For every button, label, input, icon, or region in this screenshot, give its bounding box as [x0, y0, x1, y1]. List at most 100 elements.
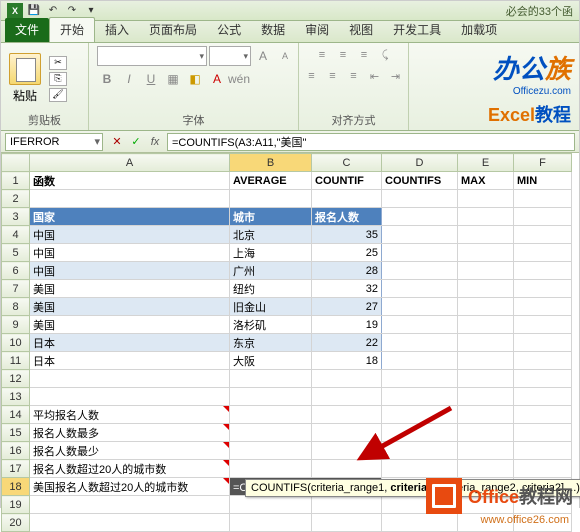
tab-dev[interactable]: 开发工具 — [383, 18, 451, 42]
cell[interactable]: 18 — [312, 352, 382, 370]
tab-file[interactable]: 文件 — [5, 18, 49, 42]
font-size-combo[interactable] — [209, 46, 251, 66]
grow-font-icon[interactable]: A — [253, 46, 273, 66]
cell[interactable]: 32 — [312, 280, 382, 298]
cell[interactable]: 25 — [312, 244, 382, 262]
cell[interactable]: MAX — [458, 172, 514, 190]
cell[interactable]: 美国 — [30, 316, 230, 334]
col-header[interactable]: A — [30, 154, 230, 172]
formula-input[interactable]: =COUNTIFS(A3:A11,"美国" — [167, 133, 575, 151]
row-header[interactable]: 19 — [2, 496, 30, 514]
fx-icon[interactable]: fx — [146, 133, 164, 151]
row-header[interactable]: 11 — [2, 352, 30, 370]
row-header[interactable]: 14 — [2, 406, 30, 424]
cell[interactable]: COUNTIFS — [382, 172, 458, 190]
align-bot-icon[interactable]: ≡ — [354, 46, 374, 64]
tab-insert[interactable]: 插入 — [95, 18, 139, 42]
row-header[interactable]: 3 — [2, 208, 30, 226]
align-right-icon[interactable]: ≡ — [344, 67, 364, 85]
spreadsheet-grid[interactable]: A B C D E F 1 函数 AVERAGE COUNTIF COUNTIF… — [1, 153, 579, 532]
phonetic-button[interactable]: wén — [229, 69, 249, 89]
cut-icon[interactable]: ✂ — [49, 56, 67, 70]
shrink-font-icon[interactable]: A — [275, 46, 295, 66]
cell[interactable]: 中国 — [30, 262, 230, 280]
fill-color-button[interactable]: ◧ — [185, 69, 205, 89]
bold-button[interactable]: B — [97, 69, 117, 89]
col-header[interactable]: D — [382, 154, 458, 172]
col-header[interactable]: C — [312, 154, 382, 172]
cell[interactable]: 报名人数最少 — [30, 442, 230, 460]
enter-icon[interactable]: ✓ — [127, 133, 145, 151]
cell[interactable]: 19 — [312, 316, 382, 334]
cell[interactable]: 美国 — [30, 280, 230, 298]
align-center-icon[interactable]: ≡ — [323, 67, 343, 85]
row-header[interactable]: 15 — [2, 424, 30, 442]
format-painter-icon[interactable]: 🖌 — [49, 88, 67, 102]
tab-review[interactable]: 审阅 — [295, 18, 339, 42]
row-header[interactable]: 18 — [2, 478, 30, 496]
row-header[interactable]: 6 — [2, 262, 30, 280]
cell[interactable]: 27 — [312, 298, 382, 316]
cell[interactable]: 旧金山 — [230, 298, 312, 316]
cell[interactable]: 洛杉矶 — [230, 316, 312, 334]
align-mid-icon[interactable]: ≡ — [333, 46, 353, 64]
cell[interactable]: 日本 — [30, 352, 230, 370]
tab-start[interactable]: 开始 — [49, 17, 95, 42]
cancel-icon[interactable]: ✕ — [108, 133, 126, 151]
row-header[interactable]: 5 — [2, 244, 30, 262]
underline-button[interactable]: U — [141, 69, 161, 89]
cell[interactable]: 上海 — [230, 244, 312, 262]
row-header[interactable]: 10 — [2, 334, 30, 352]
cell[interactable]: 报名人数最多 — [30, 424, 230, 442]
tab-formula[interactable]: 公式 — [207, 18, 251, 42]
italic-button[interactable]: I — [119, 69, 139, 89]
cell[interactable]: 35 — [312, 226, 382, 244]
cell[interactable]: AVERAGE — [230, 172, 312, 190]
cell[interactable]: 报名人数超过20人的城市数 — [30, 460, 230, 478]
row-header[interactable]: 13 — [2, 388, 30, 406]
cell[interactable]: 美国 — [30, 298, 230, 316]
border-button[interactable]: ▦ — [163, 69, 183, 89]
cell[interactable]: 中国 — [30, 244, 230, 262]
cell[interactable]: MIN — [514, 172, 572, 190]
row-header[interactable]: 9 — [2, 316, 30, 334]
col-header[interactable]: E — [458, 154, 514, 172]
row-header[interactable]: 4 — [2, 226, 30, 244]
font-name-combo[interactable] — [97, 46, 207, 66]
cell[interactable]: 22 — [312, 334, 382, 352]
cell[interactable]: 日本 — [30, 334, 230, 352]
cell[interactable]: 城市 — [230, 208, 312, 226]
cell[interactable]: COUNTIF — [312, 172, 382, 190]
name-box[interactable]: IFERROR — [5, 133, 103, 151]
tab-view[interactable]: 视图 — [339, 18, 383, 42]
row-header[interactable]: 7 — [2, 280, 30, 298]
align-top-icon[interactable]: ≡ — [312, 46, 332, 64]
cell[interactable]: 美国报名人数超过20人的城市数 — [30, 478, 230, 496]
align-left-icon[interactable]: ≡ — [302, 67, 322, 85]
cell[interactable]: 函数 — [30, 172, 230, 190]
row-header[interactable]: 8 — [2, 298, 30, 316]
row-header[interactable]: 12 — [2, 370, 30, 388]
cell[interactable]: 中国 — [30, 226, 230, 244]
cell[interactable]: 北京 — [230, 226, 312, 244]
col-header[interactable]: F — [514, 154, 572, 172]
row-header[interactable]: 16 — [2, 442, 30, 460]
cell[interactable]: 28 — [312, 262, 382, 280]
cell[interactable]: 东京 — [230, 334, 312, 352]
cell[interactable]: 平均报名人数 — [30, 406, 230, 424]
row-header[interactable]: 1 — [2, 172, 30, 190]
indent-inc-icon[interactable]: ⇥ — [386, 67, 406, 85]
row-header[interactable]: 20 — [2, 514, 30, 532]
orientation-icon[interactable]: ⤹ — [375, 46, 395, 64]
col-header[interactable]: B — [230, 154, 312, 172]
paste-button[interactable]: 粘贴 — [9, 53, 41, 104]
tab-layout[interactable]: 页面布局 — [139, 18, 207, 42]
cell[interactable]: 国家 — [30, 208, 230, 226]
tab-data[interactable]: 数据 — [251, 18, 295, 42]
cell[interactable]: 报名人数 — [312, 208, 382, 226]
cell[interactable]: 大阪 — [230, 352, 312, 370]
row-header[interactable]: 2 — [2, 190, 30, 208]
tab-addin[interactable]: 加载项 — [451, 18, 507, 42]
font-color-button[interactable]: A — [207, 69, 227, 89]
row-header[interactable]: 17 — [2, 460, 30, 478]
